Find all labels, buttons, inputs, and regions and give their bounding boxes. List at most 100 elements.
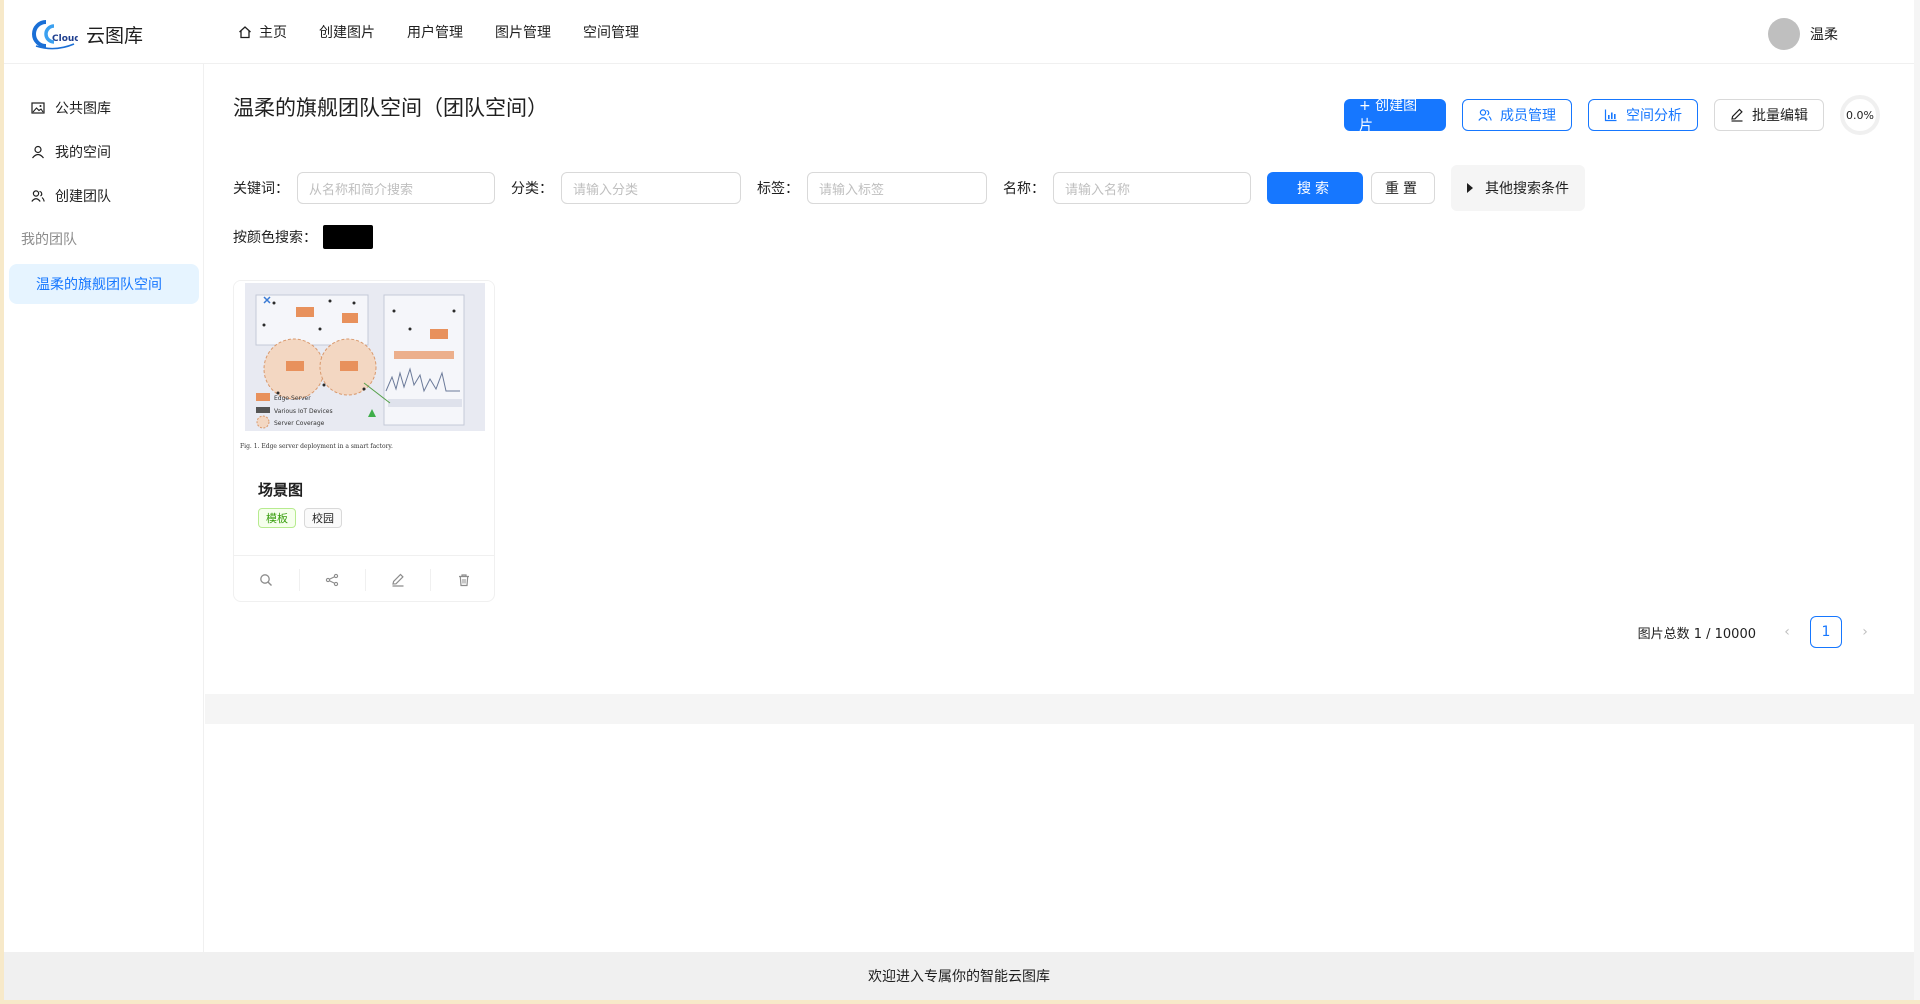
button-label: 批量编辑 — [1752, 108, 1808, 124]
sidebar-item-public-gallery[interactable]: 公共图库 — [4, 88, 203, 128]
search-icon — [260, 573, 273, 586]
nav-item-label: 主页 — [259, 25, 287, 41]
button-label: + 创建图片 — [1359, 98, 1418, 134]
footer-text: 欢迎进入专属你的智能云图库 — [868, 969, 1050, 985]
tag-input[interactable]: 请输入标签 — [807, 172, 987, 204]
keyword-input[interactable]: 从名称和简介搜索 — [297, 172, 495, 204]
user-icon — [32, 145, 44, 159]
button-label: 成员管理 — [1500, 108, 1556, 124]
nav-item-home[interactable]: 主页 — [238, 22, 287, 42]
sidebar-item-label: 公共图库 — [55, 101, 111, 117]
svg-text:Server Coverage: Server Coverage — [274, 420, 325, 427]
caret-right-icon — [1467, 183, 1473, 193]
name-placeholder: 请输入名称 — [1065, 182, 1131, 198]
keyword-placeholder: 从名称和简介搜索 — [309, 182, 414, 198]
sidebar-item-label: 温柔的旗舰团队空间 — [36, 277, 162, 293]
main-nav: 主页 创建图片 用户管理 图片管理 空间管理 — [238, 0, 671, 64]
scene-figure-image: Edge Server Various IoT Devices Server C… — [240, 283, 485, 450]
search-form: 关键词： 从名称和简介搜索 分类： 请输入分类 标签： 请输入标签 名称： 请输… — [233, 165, 1585, 211]
delete-picture-button[interactable] — [431, 569, 494, 591]
category-label: 分类： — [511, 181, 553, 197]
color-search-label: 按颜色搜索： — [233, 230, 317, 246]
page-number-1[interactable]: 1 — [1810, 616, 1842, 648]
pagination: 图片总数 1 / 10000 ‹ 1 › — [1638, 616, 1880, 648]
picture-icon — [31, 102, 45, 114]
top-header: Cloud 云图库 主页 创建图片 用户管理 图片管理 空间管理 温柔 — [4, 0, 1914, 64]
nav-item-user-manage[interactable]: 用户管理 — [407, 22, 463, 42]
delete-icon — [458, 573, 469, 586]
content-footer-strip — [205, 694, 1914, 724]
more-conditions-toggle[interactable]: 其他搜索条件 — [1451, 165, 1585, 211]
picture-tag: 校园 — [304, 508, 342, 528]
nav-item-label: 创建图片 — [319, 25, 375, 41]
sidebar-item-team-space[interactable]: 温柔的旗舰团队空间 — [9, 264, 199, 304]
space-actions: + 创建图片 成员管理 空间分析 批量编辑 0.0% — [1328, 95, 1880, 135]
button-label: 空间分析 — [1626, 108, 1682, 124]
batch-edit-button[interactable]: 批量编辑 — [1714, 99, 1824, 131]
nav-item-space-manage[interactable]: 空间管理 — [583, 22, 639, 42]
next-page-button[interactable]: › — [1850, 617, 1880, 647]
create-picture-button[interactable]: + 创建图片 — [1344, 98, 1446, 134]
sidebar-item-my-space[interactable]: 我的空间 — [4, 132, 203, 172]
picture-cover[interactable]: Edge Server Various IoT Devices Server C… — [234, 281, 494, 457]
category-input[interactable]: 请输入分类 — [561, 172, 741, 204]
app-logo[interactable]: Cloud 云图库 — [32, 18, 143, 50]
reset-button[interactable]: 重置 — [1371, 172, 1435, 204]
sidebar-item-label: 我的空间 — [55, 145, 111, 161]
card-body: 场景图 模板 校园 — [234, 457, 494, 528]
window-edge-bottom — [0, 1000, 1920, 1004]
main-content: 温柔的旗舰团队空间（团队空间） + 创建图片 成员管理 空间分析 批量编辑 0.… — [205, 64, 1914, 694]
picture-tags: 模板 校园 — [258, 508, 472, 528]
app-root: Cloud 云图库 主页 创建图片 用户管理 图片管理 空间管理 温柔 公共图库 — [4, 0, 1914, 1000]
nav-item-label: 用户管理 — [407, 25, 463, 41]
nav-item-label: 空间管理 — [583, 25, 639, 41]
avatar[interactable] — [1768, 18, 1800, 50]
usage-percent: 0.0% — [1846, 108, 1874, 122]
category-tag: 模板 — [258, 508, 296, 528]
user-menu[interactable]: 温柔 — [1768, 18, 1838, 50]
space-analysis-button[interactable]: 空间分析 — [1588, 99, 1698, 131]
sidebar-group-my-teams: 我的团队 — [21, 232, 77, 248]
home-icon — [239, 26, 251, 39]
svg-text:Cloud: Cloud — [52, 34, 78, 44]
app-name: 云图库 — [86, 24, 144, 47]
nav-item-create-picture[interactable]: 创建图片 — [319, 22, 375, 42]
prev-page-button[interactable]: ‹ — [1772, 617, 1802, 647]
edit-picture-button[interactable] — [366, 568, 432, 591]
edit-icon — [392, 573, 404, 587]
space-usage-progress: 0.0% — [1840, 95, 1880, 135]
name-input[interactable]: 请输入名称 — [1053, 172, 1251, 204]
bar-chart-icon — [1604, 109, 1617, 122]
team-icon — [1478, 109, 1492, 121]
name-label: 名称： — [1003, 181, 1045, 197]
svg-text:Edge Server: Edge Server — [274, 395, 311, 402]
card-actions — [234, 555, 494, 601]
share-icon — [325, 573, 339, 586]
search-similar-button[interactable] — [234, 568, 300, 591]
cloud-logo-icon: Cloud — [32, 18, 81, 50]
sidebar: 公共图库 我的空间 创建团队 我的团队 温柔的旗舰团队空间 — [4, 64, 204, 952]
tag-placeholder: 请输入标签 — [819, 182, 885, 198]
share-button[interactable] — [300, 568, 366, 591]
svg-text:Fig. 1. Edge server deploym: Fig. 1. Edge server deployment in a smar… — [240, 443, 393, 450]
total-count: 图片总数 1 / 10000 — [1637, 626, 1756, 642]
keyword-label: 关键词： — [233, 181, 289, 197]
member-manage-button[interactable]: 成员管理 — [1462, 99, 1572, 131]
color-picker-swatch[interactable] — [323, 225, 373, 249]
picture-title: 场景图 — [258, 481, 304, 499]
page-footer: 欢迎进入专属你的智能云图库 — [4, 952, 1914, 1000]
sidebar-item-create-team[interactable]: 创建团队 — [4, 176, 203, 216]
nav-item-label: 图片管理 — [495, 25, 551, 41]
nav-item-picture-manage[interactable]: 图片管理 — [495, 22, 551, 42]
category-placeholder: 请输入分类 — [573, 182, 639, 198]
tag-label: 标签： — [757, 181, 799, 197]
picture-card[interactable]: Edge Server Various IoT Devices Server C… — [233, 280, 495, 602]
user-name: 温柔 — [1810, 27, 1838, 43]
page-title: 温柔的旗舰团队空间（团队空间） — [233, 96, 548, 120]
svg-text:Various IoT Devices: Various IoT Devices — [274, 408, 333, 415]
search-button[interactable]: 搜索 — [1267, 172, 1363, 204]
edit-icon — [1731, 108, 1743, 122]
window-edge-right — [1914, 0, 1920, 1004]
color-search: 按颜色搜索： — [233, 225, 373, 249]
button-label: 搜索 — [1297, 181, 1333, 197]
